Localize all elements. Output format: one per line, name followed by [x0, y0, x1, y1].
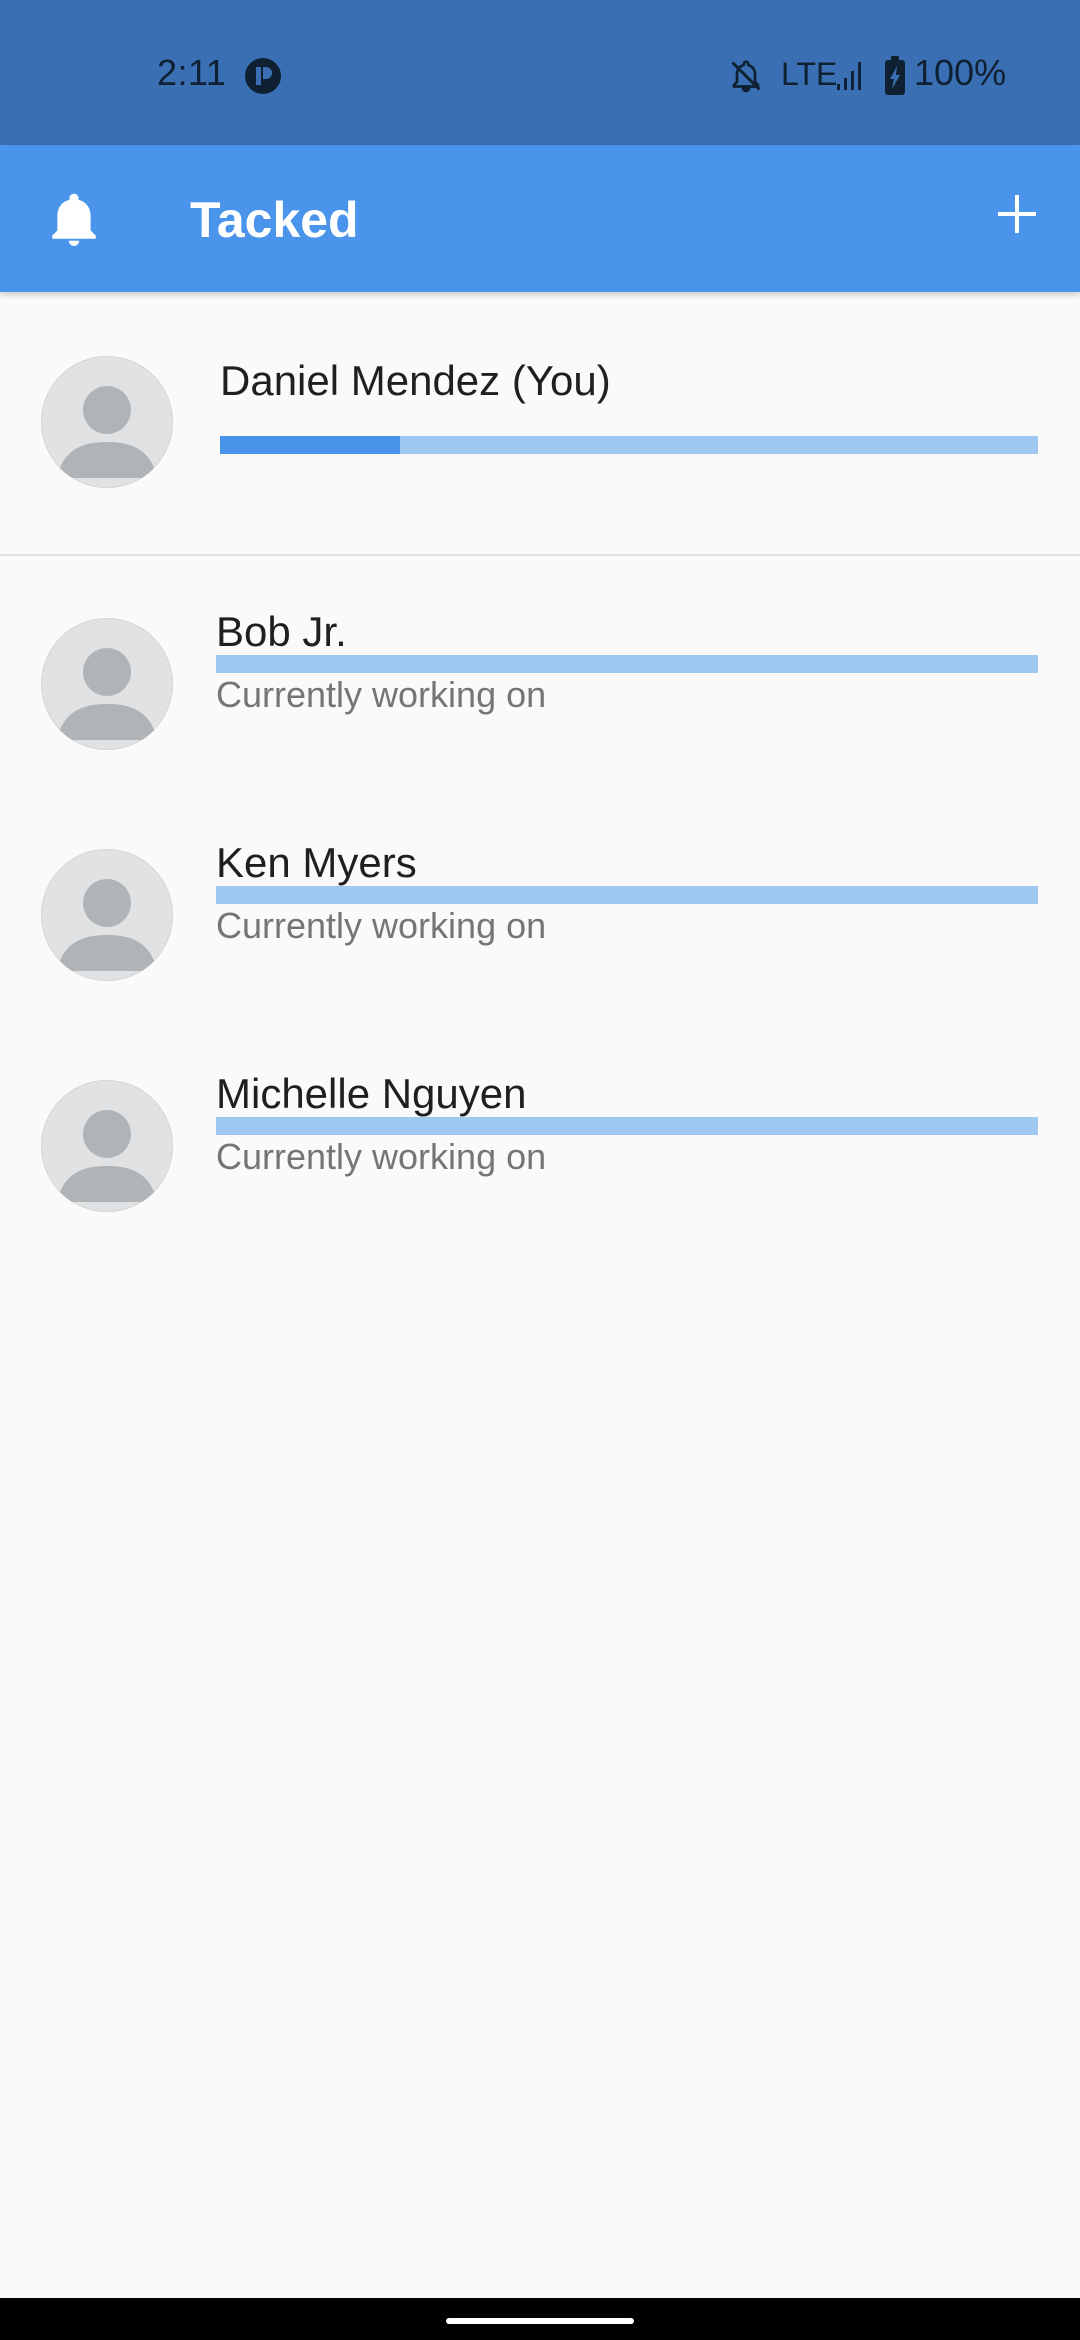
team-member-status: Currently working on: [216, 905, 547, 946]
status-time: 2:11: [157, 52, 227, 93]
progress-fill: [220, 436, 400, 454]
team-member-progress-bar: [216, 886, 1038, 904]
team-member-row[interactable]: Bob Jr. Currently working on: [0, 608, 1080, 818]
bell-icon[interactable]: [49, 191, 99, 247]
app-bar: Tacked: [0, 145, 1080, 292]
signal-icon: [836, 58, 864, 92]
network-type: LTE: [781, 56, 838, 92]
plus-icon[interactable]: [994, 191, 1040, 237]
current-user-card[interactable]: Daniel Mendez (You): [0, 292, 1080, 556]
team-member-status: Currently working on: [216, 1136, 547, 1177]
team-member-progress-bar: [216, 655, 1038, 673]
current-user-progress-bar: [220, 436, 1038, 454]
team-member-progress-bar: [216, 1117, 1038, 1135]
battery-percent: 100%: [914, 52, 1007, 93]
avatar: [41, 1080, 173, 1212]
avatar: [41, 356, 173, 488]
team-member-name: Ken Myers: [216, 839, 417, 886]
home-gesture-handle[interactable]: [446, 2318, 634, 2324]
team-member-status: Currently working on: [216, 674, 547, 715]
team-member-row[interactable]: Ken Myers Currently working on: [0, 839, 1080, 1049]
avatar: [41, 849, 173, 981]
current-user-name: Daniel Mendez (You): [220, 357, 611, 404]
avatar: [41, 618, 173, 750]
app-notification-icon: [244, 57, 282, 95]
bell-off-icon: [728, 58, 764, 94]
status-bar: 2:11 LTE 100%: [0, 0, 1080, 145]
team-member-name: Bob Jr.: [216, 608, 347, 655]
team-member-row[interactable]: Michelle Nguyen Currently working on: [0, 1070, 1080, 1280]
system-nav-bar: [0, 2298, 1080, 2340]
app-title: Tacked: [190, 192, 359, 248]
battery-charging-icon: [884, 56, 906, 96]
team-member-name: Michelle Nguyen: [216, 1070, 527, 1117]
